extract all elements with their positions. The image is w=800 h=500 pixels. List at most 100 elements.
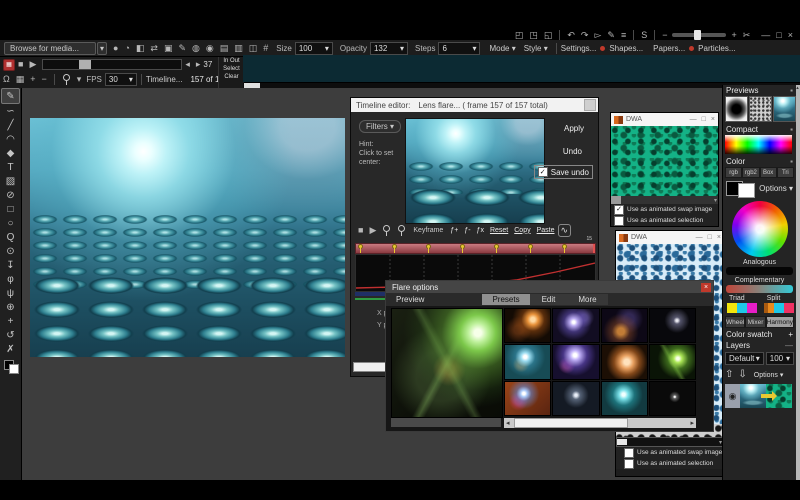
triad-swatches[interactable] [727,303,757,313]
kf-pin-icon-1[interactable] [383,225,390,236]
tab-harmony[interactable]: Harmony [766,316,794,328]
blend-mode-dropdown[interactable]: Default▾ [725,352,764,365]
zoom-slider-thumb[interactable] [694,30,701,40]
flip-icon[interactable]: ◱ [544,31,553,40]
reset-link[interactable]: Reset [490,227,508,234]
color-tab-rgb[interactable]: rgb [725,167,742,178]
tool-ellipse-filled[interactable]: ⊘ [2,188,19,202]
dwa2-minimize-icon[interactable]: — [696,234,703,241]
rotate-right-icon[interactable]: ◳ [529,31,538,40]
timeline-button[interactable]: Timeline... [146,75,183,84]
tool-rect[interactable]: □ [2,202,19,216]
tool-picker[interactable]: ⊙ [2,244,19,258]
flare-large-preview[interactable] [391,308,503,418]
frame-slider[interactable] [42,59,182,70]
flare-titlebar[interactable]: Flare options × [386,281,713,293]
layer-opacity-dropdown[interactable]: 100▾ [766,352,794,365]
tool-add[interactable]: + [2,314,19,328]
dwa1-selection-checkbox[interactable]: Use as animated selection [611,215,718,226]
minimize-icon[interactable]: — [761,31,770,40]
fps-value[interactable]: 30▾ [105,73,137,86]
brush-lines-icon[interactable]: ▤ [220,44,229,53]
flare-preset-thumb[interactable] [552,308,599,343]
dwa2-titlebar[interactable]: DWA — □ × [616,231,724,244]
flare-preset-thumb[interactable] [649,381,696,416]
complementary-bar[interactable] [726,285,793,293]
close-icon[interactable]: × [788,31,793,40]
style-dropdown[interactable]: Style ▾ [524,44,548,53]
brush-pencil-icon[interactable]: ✎ [178,44,186,53]
tool-line[interactable]: ╱ [2,118,19,132]
brush-swap-icon[interactable]: ⇄ [150,44,158,53]
flare-scroll-right-icon[interactable]: ▸ [690,419,694,427]
canvas[interactable] [30,118,345,357]
undo-button[interactable]: Undo [563,147,582,156]
tool-rotate[interactable]: ↺ [2,328,19,342]
zoom-out-icon[interactable]: − [662,31,667,40]
tool-text[interactable]: T [2,160,19,174]
tab-presets[interactable]: Presets [482,294,529,305]
tool-zoom[interactable]: Q [2,230,19,244]
dwa1-swap-checkbox[interactable]: ✓ Use as animated swap image [611,204,718,215]
brush-grid-icon[interactable]: ▥ [234,44,243,53]
keyframe-track[interactable] [355,243,596,254]
add-swatch-icon[interactable]: + [788,330,793,339]
tool-ellipse[interactable]: ○ [2,216,19,230]
brush-mesh-icon[interactable]: # [263,44,268,53]
dwa1-titlebar[interactable]: DWA — □ × [611,113,718,126]
flare-preset-thumb[interactable] [552,381,599,416]
filmstrip-icon[interactable]: ▦ [16,75,25,84]
tool-key-a[interactable]: φ [2,272,19,286]
flare-preset-thumb[interactable] [649,308,696,343]
color-collapse-icon[interactable]: ▪ [790,157,793,166]
pen-settings-icon[interactable]: ✎ [607,31,615,40]
tool-curve[interactable]: ◠ [2,132,19,146]
keyframe-remove-button[interactable]: ƒ- [464,227,470,234]
keyframe-add-button[interactable]: ƒ+ [450,227,458,234]
browse-media-dropdown[interactable]: ▾ [97,42,107,55]
tool-shape[interactable]: ◆ [2,146,19,160]
dwa1-scrollbar[interactable]: ▾ [611,196,718,204]
tab-more[interactable]: More [567,294,607,305]
frame-slider-thumb[interactable] [79,60,91,69]
flare-preset-thumb[interactable] [601,381,648,416]
pin-dropdown[interactable]: ▾ [77,75,82,84]
flare-scroll-thumb[interactable] [514,418,628,428]
dwa2-close-icon[interactable]: × [717,234,721,241]
clear-button[interactable]: Clear [219,73,244,81]
kf-play-icon[interactable]: ▶ [369,226,376,235]
tool-move[interactable]: ↧ [2,258,19,272]
split-swatches[interactable] [764,303,794,313]
flare-preset-thumb[interactable] [504,308,551,343]
cursor-icon[interactable]: ▻ [594,31,601,40]
copy-link[interactable]: Copy [514,227,530,234]
add-frame-icon[interactable]: + [30,75,35,84]
dwa1-minimize-icon[interactable]: — [690,116,697,123]
dwa1-maximize-icon[interactable]: □ [702,116,706,123]
tool-key-c[interactable]: ⊕ [2,300,19,314]
save-undo-checkbox[interactable]: ✓ Save undo [534,165,593,179]
zoom-in-icon[interactable]: + [731,31,736,40]
secondary-color-swatch[interactable] [738,183,755,198]
brush-mask-icon[interactable]: ◧ [136,44,145,53]
tab-edit[interactable]: Edit [530,294,568,305]
in-button[interactable]: In [223,58,228,64]
color-tab-box[interactable]: Box [760,167,777,178]
apply-button[interactable]: Apply [564,124,584,133]
record-button[interactable]: ▦ [3,59,15,71]
steps-value[interactable]: 6▾ [438,42,480,55]
dwa2-scrollbar[interactable]: ▾ [616,437,724,447]
flare-grid-scrollbar[interactable]: ◂ ▸ [504,418,696,428]
timeline-preview[interactable] [405,118,545,224]
browse-media-button[interactable]: Browse for media... [4,42,96,55]
wave-button[interactable]: ∿ [558,224,572,237]
stop-icon[interactable]: ■ [18,60,23,69]
image-preview-thumb[interactable] [773,96,796,122]
dwa2-selection-checkbox[interactable]: Use as animated selection [616,458,724,469]
brush-texture-icon[interactable]: ◍ [192,44,200,53]
layers-collapse-icon[interactable]: — [785,341,793,350]
flare-scroll-left-icon[interactable]: ◂ [506,419,510,427]
prev-frame-icon[interactable]: ◂ [185,60,190,69]
tab-wheel[interactable]: Wheel [725,316,745,328]
flare-close-icon[interactable]: × [701,283,711,292]
